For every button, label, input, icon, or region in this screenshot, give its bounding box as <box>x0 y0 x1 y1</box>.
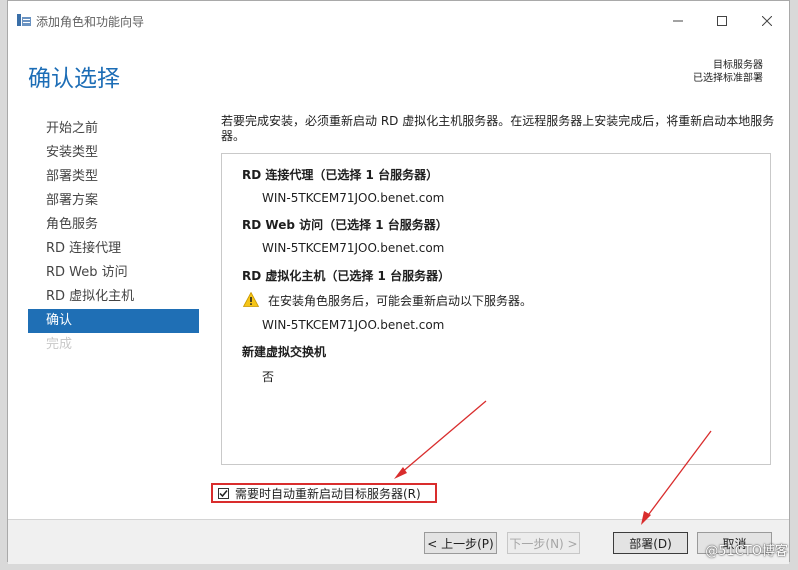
nav-item-rd-virtualization-host[interactable]: RD 虚拟化主机 <box>28 285 199 309</box>
restart-description: 若要完成安装，必须重新启动 RD 虚拟化主机服务器。在远程服务器上安装完成后，将… <box>221 114 775 143</box>
next-button: 下一步(N) > <box>507 532 580 554</box>
restart-warning-text: 在安装角色服务后，可能会重新启动以下服务器。 <box>268 294 533 308</box>
deploy-button[interactable]: 部署(D) <box>613 532 688 554</box>
checkmark-icon <box>219 489 228 497</box>
nav-item-rd-web-access[interactable]: RD Web 访问 <box>28 261 199 285</box>
auto-restart-label[interactable]: 需要时自动重新启动目标服务器(R) <box>235 485 421 502</box>
section-heading-new-virtual-switch: 新建虚拟交换机 <box>242 345 327 359</box>
page-title: 确认选择 <box>28 66 120 92</box>
section-value-rd-web-access: WIN-5TKCEM71JOO.benet.com <box>262 241 445 255</box>
watermark: @51CTO博客 <box>705 544 788 559</box>
maximize-button[interactable] <box>700 7 744 35</box>
target-server-info: 目标服务器 已选择标准部署 <box>693 59 763 85</box>
section-value-rd-connection-broker: WIN-5TKCEM71JOO.benet.com <box>262 191 445 205</box>
nav-item-role-services[interactable]: 角色服务 <box>28 213 199 237</box>
section-heading-rd-connection-broker: RD 连接代理（已选择 1 台服务器） <box>242 168 439 182</box>
section-value-rd-virtualization-host: WIN-5TKCEM71JOO.benet.com <box>262 318 445 332</box>
nav-item-installation-type[interactable]: 安装类型 <box>28 141 199 165</box>
minimize-button[interactable] <box>656 7 700 35</box>
auto-restart-option[interactable]: 需要时自动重新启动目标服务器(R) <box>211 483 437 503</box>
section-heading-rd-web-access: RD Web 访问（已选择 1 台服务器） <box>242 218 448 232</box>
auto-restart-checkbox[interactable] <box>218 487 229 499</box>
section-value-new-virtual-switch: 否 <box>262 370 275 384</box>
minimize-icon <box>673 20 683 22</box>
server-manager-icon <box>17 14 31 26</box>
nav-item-deployment-type[interactable]: 部署类型 <box>28 165 199 189</box>
maximize-icon <box>717 16 727 26</box>
wizard-step-nav: 开始之前 安装类型 部署类型 部署方案 角色服务 RD 连接代理 RD Web … <box>28 117 199 357</box>
confirmation-summary-box: RD 连接代理（已选择 1 台服务器） WIN-5TKCEM71JOO.bene… <box>221 153 771 465</box>
title-bar: 添加角色和功能向导 <box>8 1 789 39</box>
wizard-window: 添加角色和功能向导 确认选择 目标服务器 已选择标准部署 开始之前 安装类型 部… <box>7 0 790 564</box>
target-server-value: 已选择标准部署 <box>693 73 763 84</box>
close-button[interactable] <box>745 7 789 35</box>
nav-item-confirmation[interactable]: 确认 <box>28 309 199 333</box>
warning-icon <box>243 292 259 307</box>
button-bar: < 上一步(P) 下一步(N) > 部署(D) 取消 <box>8 519 789 564</box>
nav-item-rd-connection-broker[interactable]: RD 连接代理 <box>28 237 199 261</box>
section-heading-rd-virtualization-host: RD 虚拟化主机（已选择 1 台服务器） <box>242 269 451 283</box>
window-title: 添加角色和功能向导 <box>36 15 145 29</box>
nav-item-deployment-scenario[interactable]: 部署方案 <box>28 189 199 213</box>
nav-item-completion: 完成 <box>46 337 73 352</box>
close-icon <box>762 16 772 26</box>
nav-item-before-you-begin[interactable]: 开始之前 <box>28 117 199 141</box>
target-server-label: 目标服务器 <box>713 60 763 71</box>
previous-button[interactable]: < 上一步(P) <box>424 532 497 554</box>
